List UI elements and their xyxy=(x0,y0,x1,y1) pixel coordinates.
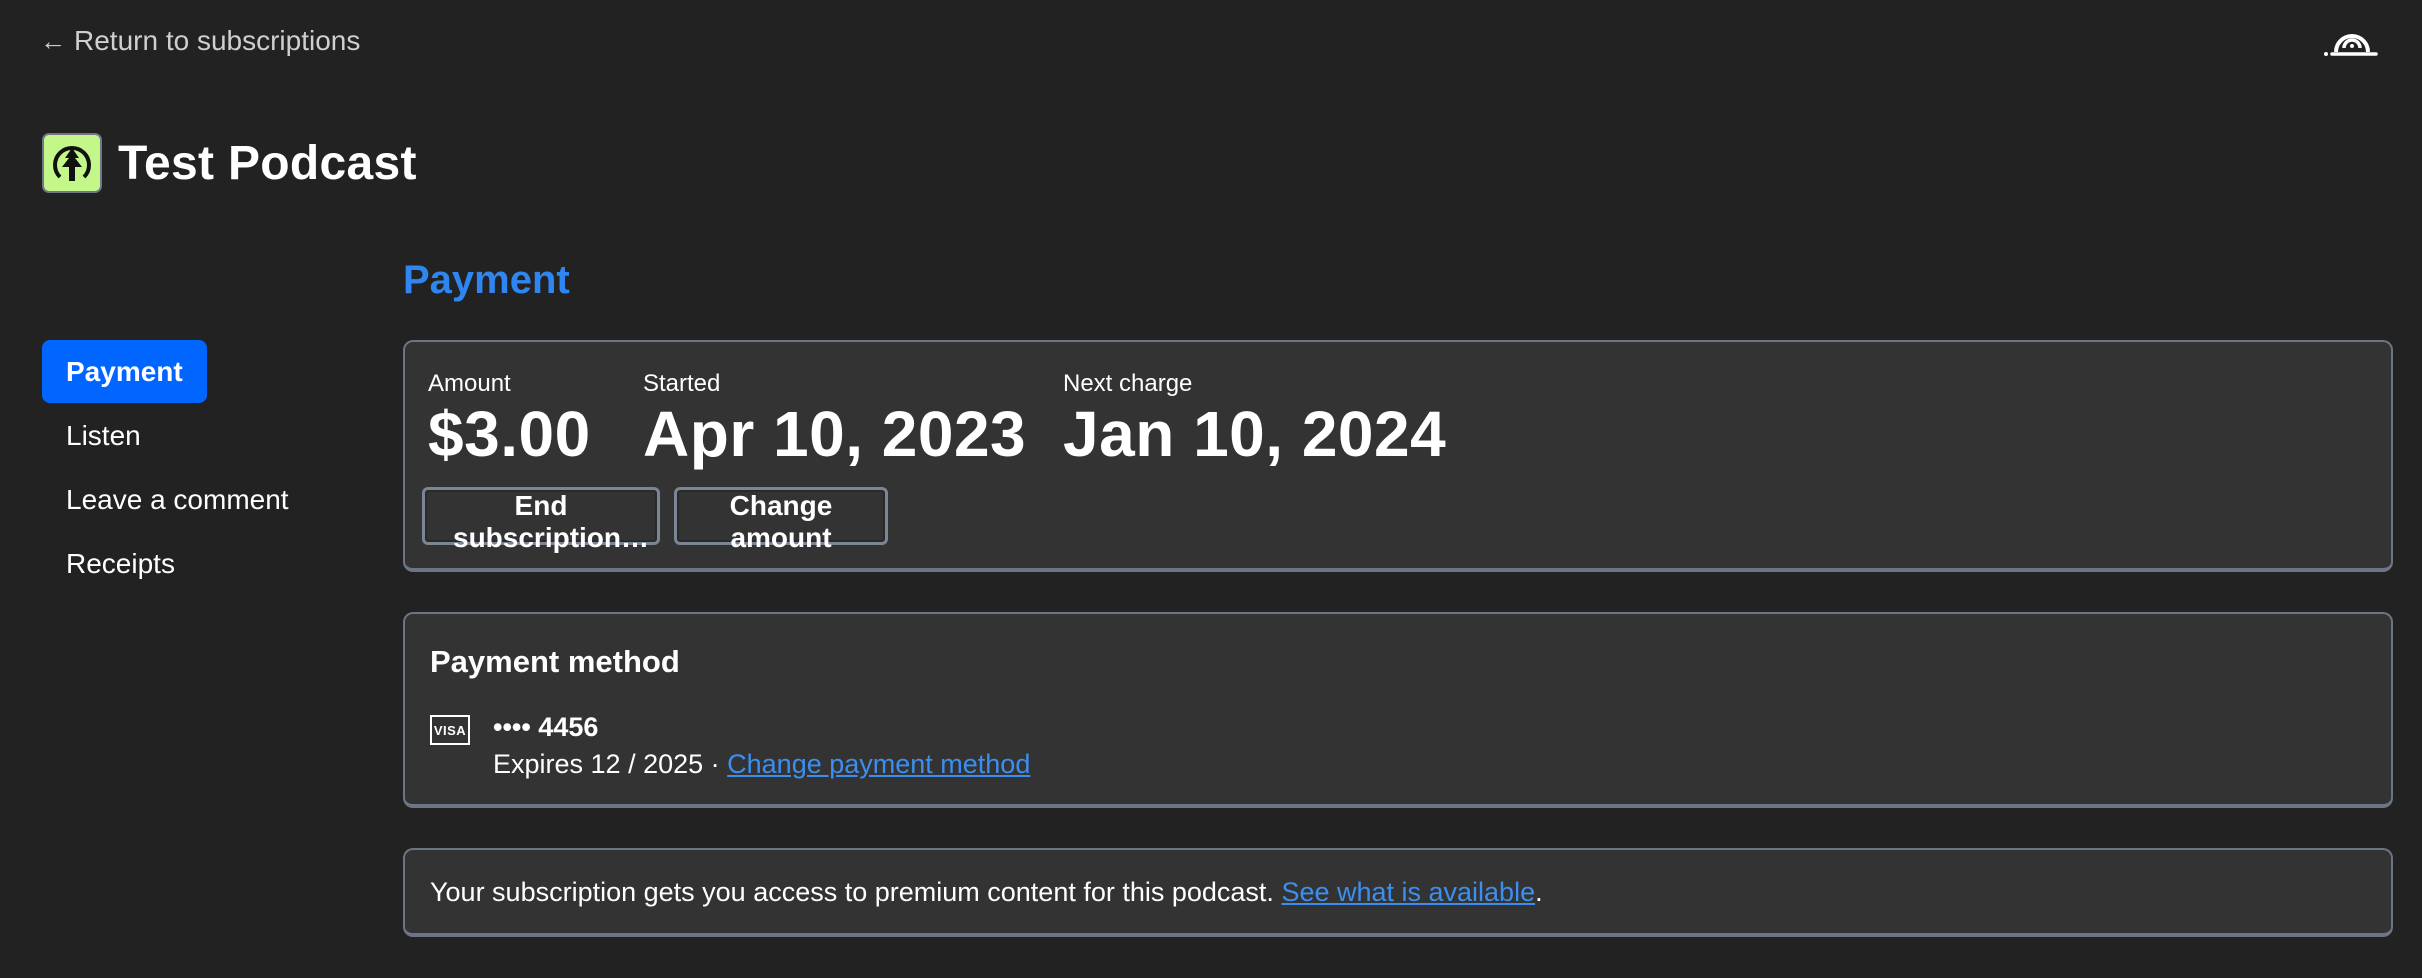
next-charge-label: Next charge xyxy=(1063,370,1193,397)
brand-logo-icon[interactable] xyxy=(2322,20,2382,60)
page-title: Payment xyxy=(403,258,570,302)
sidebar-nav: Payment Listen Leave a comment Receipts xyxy=(42,340,342,596)
end-subscription-button[interactable]: End subscription… xyxy=(422,487,660,553)
next-charge-value: Jan 10, 2024 xyxy=(1063,398,1447,470)
return-link-label: Return to subscriptions xyxy=(74,25,361,56)
change-amount-button[interactable]: Change amount xyxy=(674,487,888,553)
started-label: Started xyxy=(643,370,721,397)
sidebar-item-listen[interactable]: Listen xyxy=(42,404,165,467)
next-charge-stat: Next charge Jan 10, 2024 xyxy=(1063,370,1446,470)
card-expiry-row: Expires 12 / 2025 · Change payment metho… xyxy=(493,749,1030,780)
card-number: •••• 4456 xyxy=(493,712,599,742)
podcast-header: Test Podcast xyxy=(42,133,417,193)
amount-label: Amount xyxy=(428,370,511,397)
started-stat: Started Apr 10, 2023 xyxy=(643,370,1026,470)
arrow-left-icon: ← xyxy=(40,25,66,56)
podcast-title: Test Podcast xyxy=(118,136,417,190)
premium-content-text: Your subscription gets you access to pre… xyxy=(430,877,1543,908)
see-what-is-available-link[interactable]: See what is available xyxy=(1281,877,1535,907)
payment-method-title: Payment method xyxy=(430,644,680,679)
subscription-card: Amount $3.00 Started Apr 10, 2023 Next c… xyxy=(403,340,2393,572)
premium-description: Your subscription gets you access to pre… xyxy=(430,877,1282,907)
amount-value: $3.00 xyxy=(428,398,591,470)
premium-suffix: . xyxy=(1535,877,1543,907)
sidebar-item-payment[interactable]: Payment xyxy=(42,340,207,403)
premium-content-card: Your subscription gets you access to pre… xyxy=(403,848,2393,937)
card-expiry: Expires 12 / 2025 · xyxy=(493,749,728,779)
sidebar-item-leave-a-comment[interactable]: Leave a comment xyxy=(42,468,313,531)
amount-stat: Amount $3.00 xyxy=(428,370,591,470)
change-payment-method-link[interactable]: Change payment method xyxy=(727,749,1030,779)
payment-method-card: Payment method VISA •••• 4456 Expires 12… xyxy=(403,612,2393,808)
started-value: Apr 10, 2023 xyxy=(643,398,1027,470)
tree-logo-icon xyxy=(42,133,102,193)
sidebar-item-receipts[interactable]: Receipts xyxy=(42,532,199,595)
visa-card-icon: VISA xyxy=(430,715,470,745)
return-to-subscriptions-link[interactable]: ← Return to subscriptions xyxy=(40,25,360,57)
